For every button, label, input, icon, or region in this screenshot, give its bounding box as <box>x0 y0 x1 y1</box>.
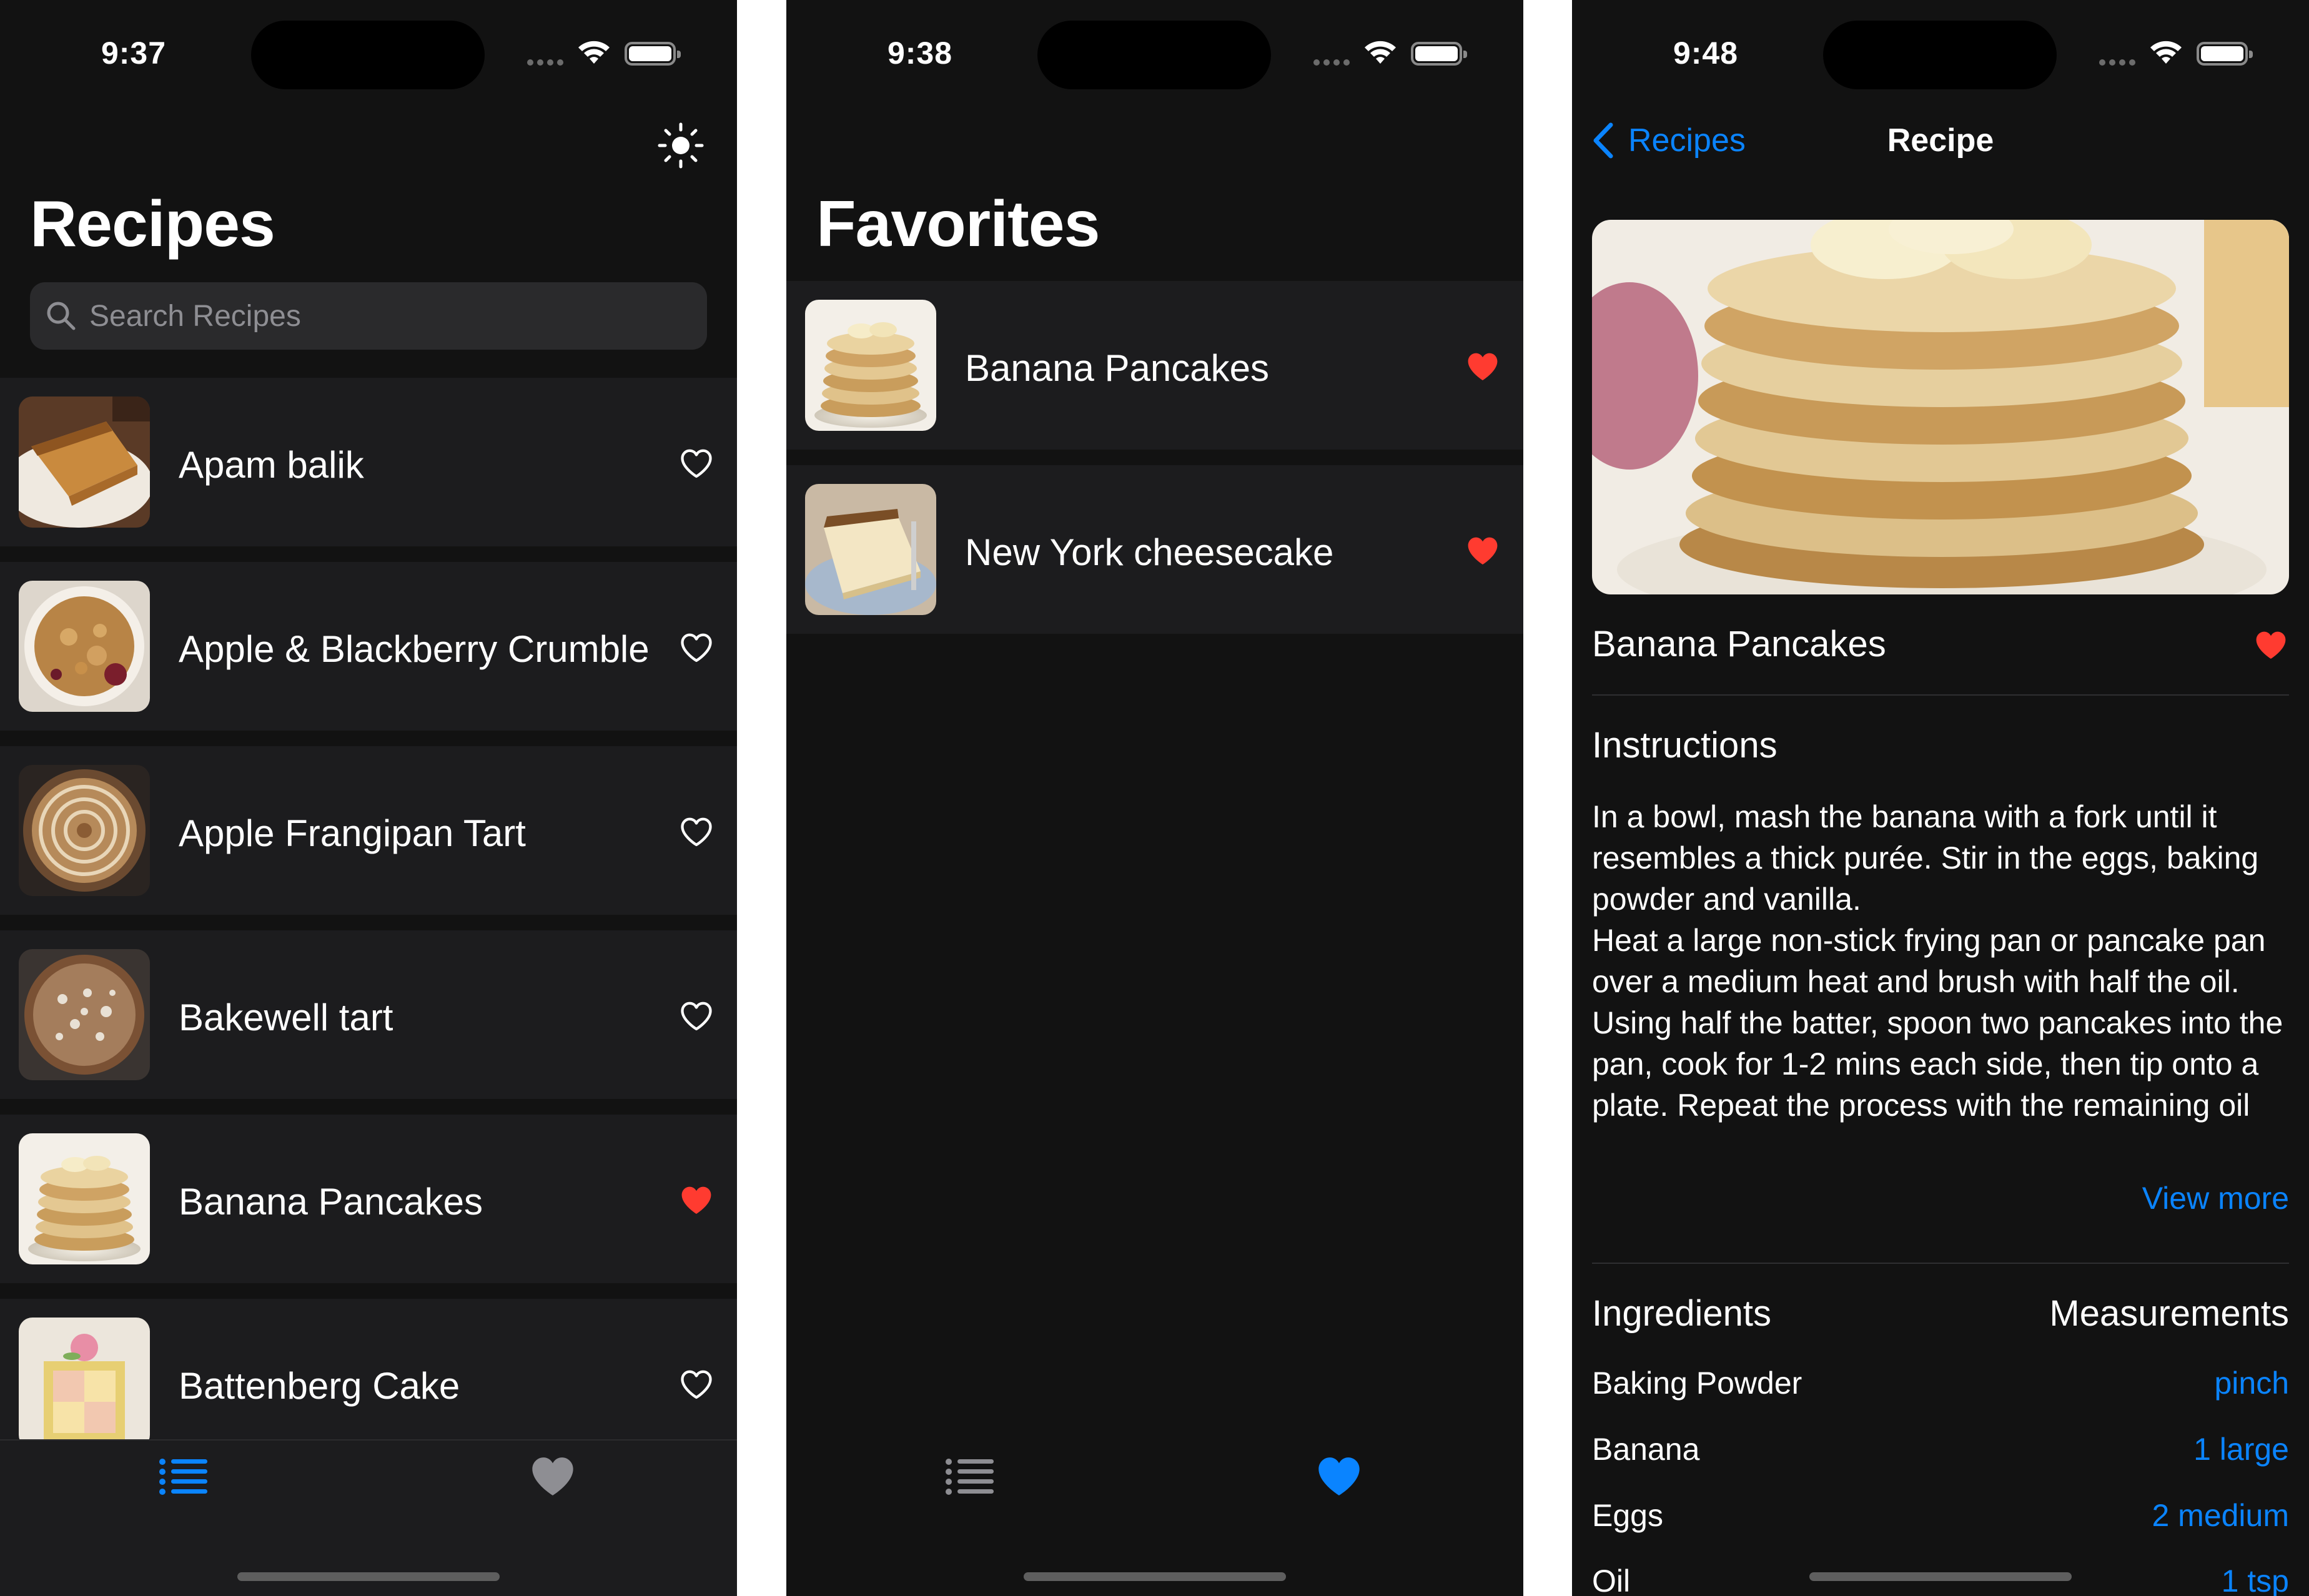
favorite-heart-icon[interactable] <box>680 816 713 847</box>
search-icon <box>47 302 76 330</box>
ingredient-name: Eggs <box>1592 1498 1663 1533</box>
divider <box>1592 694 2289 696</box>
recipe-row[interactable]: Apple & Blackberry Crumble <box>0 562 737 731</box>
nav-title: Recipe <box>1887 122 1994 159</box>
favorites-screen: 9:38 Favorites Banana Pancakes New York … <box>786 0 1523 1596</box>
instructions-text: In a bowl, mash the banana with a fork u… <box>1592 796 2292 1126</box>
recipe-thumbnail <box>805 484 936 615</box>
recipe-title: Banana Pancakes <box>1592 624 1886 664</box>
recipe-thumbnail <box>19 1133 150 1264</box>
recipe-thumbnail <box>19 949 150 1080</box>
favorite-heart-icon[interactable] <box>680 1185 713 1216</box>
favorite-row[interactable]: Banana Pancakes <box>786 281 1523 450</box>
page-title: Recipes <box>30 188 275 260</box>
ingredient-measure: 1 large <box>2193 1432 2289 1467</box>
recipes-screen: 9:37 Recipes Search Recipes Apam balik A… <box>0 0 737 1596</box>
recipe-thumbnail <box>19 397 150 528</box>
home-indicator <box>1024 1572 1286 1581</box>
cellular-signal-icon <box>1313 59 1351 67</box>
favorite-heart-icon[interactable] <box>1466 535 1500 566</box>
battery-icon <box>1411 42 1467 66</box>
status-time: 9:37 <box>101 36 167 71</box>
wifi-icon <box>577 39 611 65</box>
recipe-name: Bakewell tart <box>179 997 393 1038</box>
status-time: 9:48 <box>1673 36 1739 71</box>
favorite-heart-icon[interactable] <box>1466 351 1500 382</box>
ingredients-heading: Ingredients <box>1592 1293 1771 1334</box>
recipe-thumbnail <box>805 300 936 431</box>
cellular-signal-icon <box>527 59 565 67</box>
favorite-heart-icon[interactable] <box>680 1369 713 1400</box>
recipe-name: Apple Frangipan Tart <box>179 812 526 854</box>
list-icon[interactable] <box>945 1457 995 1498</box>
ingredient-measure: 2 medium <box>2152 1498 2289 1533</box>
favorite-heart-icon[interactable] <box>680 448 713 479</box>
recipe-name: Apam balik <box>179 444 364 486</box>
wifi-icon <box>1363 39 1397 65</box>
page-title: Favorites <box>816 188 1100 260</box>
cellular-signal-icon <box>2099 59 2137 67</box>
favorite-heart-icon[interactable] <box>680 632 713 663</box>
ingredient-measure: pinch <box>2214 1366 2289 1401</box>
recipe-name: Battenberg Cake <box>179 1365 460 1407</box>
ingredient-measure: 1 tsp <box>2221 1564 2289 1596</box>
recipe-thumbnail <box>19 581 150 712</box>
favorite-heart-icon[interactable] <box>680 1000 713 1032</box>
ingredient-name: Oil <box>1592 1564 1631 1596</box>
view-more-link[interactable]: View more <box>2142 1180 2289 1216</box>
list-icon[interactable] <box>159 1457 209 1498</box>
recipe-name: New York cheesecake <box>965 531 1334 573</box>
recipe-thumbnail <box>19 765 150 896</box>
sun-icon[interactable] <box>657 122 705 169</box>
divider <box>1592 1263 2289 1264</box>
recipe-hero-image <box>1592 220 2289 594</box>
favorite-row[interactable]: New York cheesecake <box>786 465 1523 634</box>
status-time: 9:38 <box>887 36 953 71</box>
battery-icon <box>625 42 681 66</box>
instructions-heading: Instructions <box>1592 725 1777 766</box>
ingredient-name: Baking Powder <box>1592 1366 1802 1401</box>
recipe-row[interactable]: Banana Pancakes <box>0 1115 737 1283</box>
battery-icon <box>2197 42 2253 66</box>
heart-icon[interactable] <box>530 1455 576 1497</box>
search-input[interactable]: Search Recipes <box>89 299 301 333</box>
recipe-name: Apple & Blackberry Crumble <box>179 628 650 670</box>
home-indicator <box>237 1572 500 1581</box>
recipe-name: Banana Pancakes <box>179 1181 483 1223</box>
measurements-heading: Measurements <box>2049 1293 2289 1334</box>
search-bar[interactable]: Search Recipes <box>30 282 707 350</box>
recipe-thumbnail <box>19 1318 150 1449</box>
heart-icon[interactable] <box>1316 1455 1362 1497</box>
favorite-heart-icon[interactable] <box>2254 629 2288 661</box>
ingredient-name: Banana <box>1592 1432 1700 1467</box>
wifi-icon <box>2149 39 2183 65</box>
instructions-body: In a bowl, mash the banana with a fork u… <box>1592 799 2283 1123</box>
dynamic-island <box>251 21 485 89</box>
dynamic-island <box>1037 21 1271 89</box>
recipe-name: Banana Pancakes <box>965 347 1270 389</box>
home-indicator <box>1809 1572 2072 1581</box>
recipe-row[interactable]: Apam balik <box>0 378 737 546</box>
dynamic-island <box>1823 21 2057 89</box>
recipe-detail-screen: 9:48 Recipes Recipe Banana Pancakes Inst… <box>1572 0 2309 1596</box>
recipe-row[interactable]: Bakewell tart <box>0 930 737 1099</box>
recipe-row[interactable]: Apple Frangipan Tart <box>0 746 737 915</box>
